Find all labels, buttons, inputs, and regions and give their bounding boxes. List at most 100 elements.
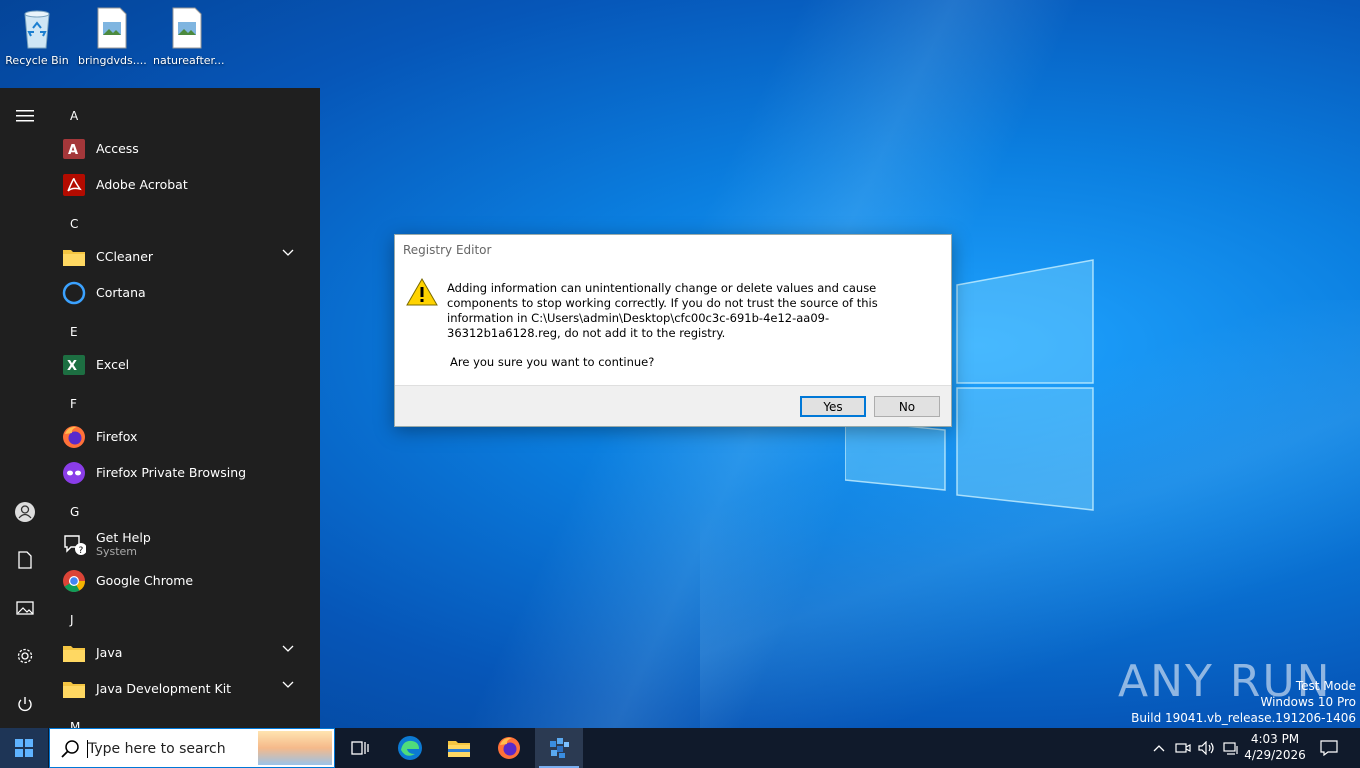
yes-button[interactable]: Yes	[800, 396, 866, 417]
get-help-icon: ?	[62, 533, 86, 557]
app-label: Excel	[96, 357, 130, 372]
app-sublabel: System	[96, 545, 138, 558]
chrome-icon	[62, 569, 86, 593]
windows-edition-line: Windows 10 Pro	[1260, 695, 1356, 709]
documents-icon[interactable]	[10, 545, 40, 575]
app-excel[interactable]: X Excel	[62, 348, 312, 382]
clock-time: 4:03 PM	[1250, 732, 1300, 746]
user-icon[interactable]	[10, 497, 40, 527]
taskbar: Type here to search 4:03 PM 4/29/2026	[0, 728, 1360, 768]
group-header-m[interactable]: M	[70, 720, 80, 728]
search-box[interactable]: Type here to search	[49, 728, 335, 768]
folder-icon	[62, 245, 86, 269]
folder-icon	[62, 641, 86, 665]
app-label: Firefox Private Browsing	[96, 465, 247, 480]
app-adobe-acrobat[interactable]: Adobe Acrobat	[62, 168, 312, 202]
image-file-icon	[92, 6, 132, 50]
group-header-g[interactable]: G	[70, 505, 79, 519]
folder-icon	[448, 741, 470, 757]
app-label: Get Help	[96, 530, 151, 545]
desktop-icon-label: Recycle Bin	[5, 54, 69, 67]
task-view-button[interactable]	[336, 728, 384, 768]
test-mode-text: Test Mode Windows 10 Pro Build 19041.vb_…	[1131, 678, 1356, 726]
edge-icon	[398, 736, 422, 760]
start-menu: A A Access Adobe Acrobat C CCleaner Cort…	[0, 88, 320, 728]
taskbar-firefox[interactable]	[485, 728, 533, 768]
group-header-e[interactable]: E	[70, 325, 78, 339]
registry-editor-dialog: Registry Editor Adding information can u…	[394, 234, 952, 427]
search-highlight-image	[258, 731, 332, 765]
chevron-down-icon[interactable]	[282, 681, 294, 689]
desktop-icon-label: natureafter...	[153, 54, 225, 67]
dialog-title: Registry Editor	[403, 243, 492, 257]
recycle-bin-icon	[17, 6, 57, 50]
acrobat-icon	[62, 173, 86, 197]
app-label: Cortana	[96, 285, 146, 300]
chevron-up-icon	[1153, 745, 1165, 752]
folder-icon	[62, 677, 86, 701]
app-firefox[interactable]: Firefox	[62, 420, 312, 454]
app-google-chrome[interactable]: Google Chrome	[62, 564, 312, 598]
task-view-icon	[351, 741, 369, 755]
group-header-j[interactable]: J	[70, 613, 74, 627]
app-java[interactable]: Java	[62, 636, 312, 670]
chevron-down-icon[interactable]	[282, 645, 294, 653]
image-file-icon	[167, 6, 207, 50]
regedit-icon	[550, 738, 569, 758]
clock-date: 4/29/2026	[1244, 748, 1306, 762]
firefox-private-icon	[62, 461, 86, 485]
action-center-button[interactable]	[1314, 728, 1344, 768]
app-get-help[interactable]: ? Get Help System	[62, 528, 312, 562]
power-icon[interactable]	[10, 689, 40, 719]
taskbar-edge[interactable]	[386, 728, 434, 768]
app-label: CCleaner	[96, 249, 154, 264]
app-label: Firefox	[96, 429, 138, 444]
dialog-message: Adding information can unintentionally c…	[447, 281, 878, 340]
app-label: Google Chrome	[96, 573, 194, 588]
search-placeholder: Type here to search	[88, 741, 226, 757]
app-list: A A Access Adobe Acrobat C CCleaner Cort…	[50, 88, 320, 728]
app-ccleaner[interactable]: CCleaner	[62, 240, 312, 274]
access-icon: A	[62, 137, 86, 161]
taskbar-clock[interactable]: 4:03 PM 4/29/2026	[1240, 731, 1310, 763]
network-icon	[1223, 742, 1238, 755]
chevron-down-icon[interactable]	[282, 249, 294, 257]
show-hidden-icons[interactable]	[1148, 728, 1170, 768]
app-firefox-private[interactable]: Firefox Private Browsing	[62, 456, 312, 490]
app-label: Java Development Kit	[96, 681, 232, 696]
desktop-icon-file[interactable]: bringdvds....	[78, 6, 147, 67]
group-header-c[interactable]: C	[70, 217, 78, 231]
desktop-icon-file[interactable]: natureafter...	[153, 6, 225, 67]
dialog-button-bar: Yes No	[395, 385, 951, 426]
build-line: Build 19041.vb_release.191206-1406	[1131, 711, 1356, 725]
tray-meet-now[interactable]	[1172, 728, 1194, 768]
desktop-icon-recycle-bin[interactable]: Recycle Bin	[3, 6, 71, 67]
tray-volume[interactable]	[1196, 728, 1218, 768]
windows-start-icon	[15, 739, 33, 757]
excel-icon: X	[62, 353, 86, 377]
firefox-icon	[62, 425, 86, 449]
search-icon	[61, 740, 79, 758]
app-java-development-kit[interactable]: Java Development Kit	[62, 672, 312, 706]
volume-icon	[1198, 741, 1214, 755]
desktop-icon-label: bringdvds....	[78, 54, 147, 67]
app-label: Java	[96, 645, 123, 660]
tray-network[interactable]	[1220, 728, 1242, 768]
group-header-a[interactable]: A	[70, 109, 78, 123]
svg-text:A: A	[68, 143, 78, 158]
pictures-icon[interactable]	[10, 593, 40, 623]
start-button[interactable]	[0, 728, 48, 768]
group-header-f[interactable]: F	[70, 397, 77, 411]
app-label: Adobe Acrobat	[96, 177, 188, 192]
hamburger-icon[interactable]	[10, 101, 40, 131]
taskbar-file-explorer[interactable]	[435, 728, 483, 768]
meet-now-icon	[1175, 743, 1191, 753]
start-rail	[0, 88, 50, 728]
taskbar-registry-editor[interactable]	[535, 728, 583, 768]
no-button[interactable]: No	[874, 396, 940, 417]
settings-icon[interactable]	[10, 641, 40, 671]
app-cortana[interactable]: Cortana	[62, 276, 312, 310]
app-access[interactable]: A Access	[62, 132, 312, 166]
svg-text:?: ?	[79, 546, 84, 556]
cortana-icon	[62, 281, 86, 305]
